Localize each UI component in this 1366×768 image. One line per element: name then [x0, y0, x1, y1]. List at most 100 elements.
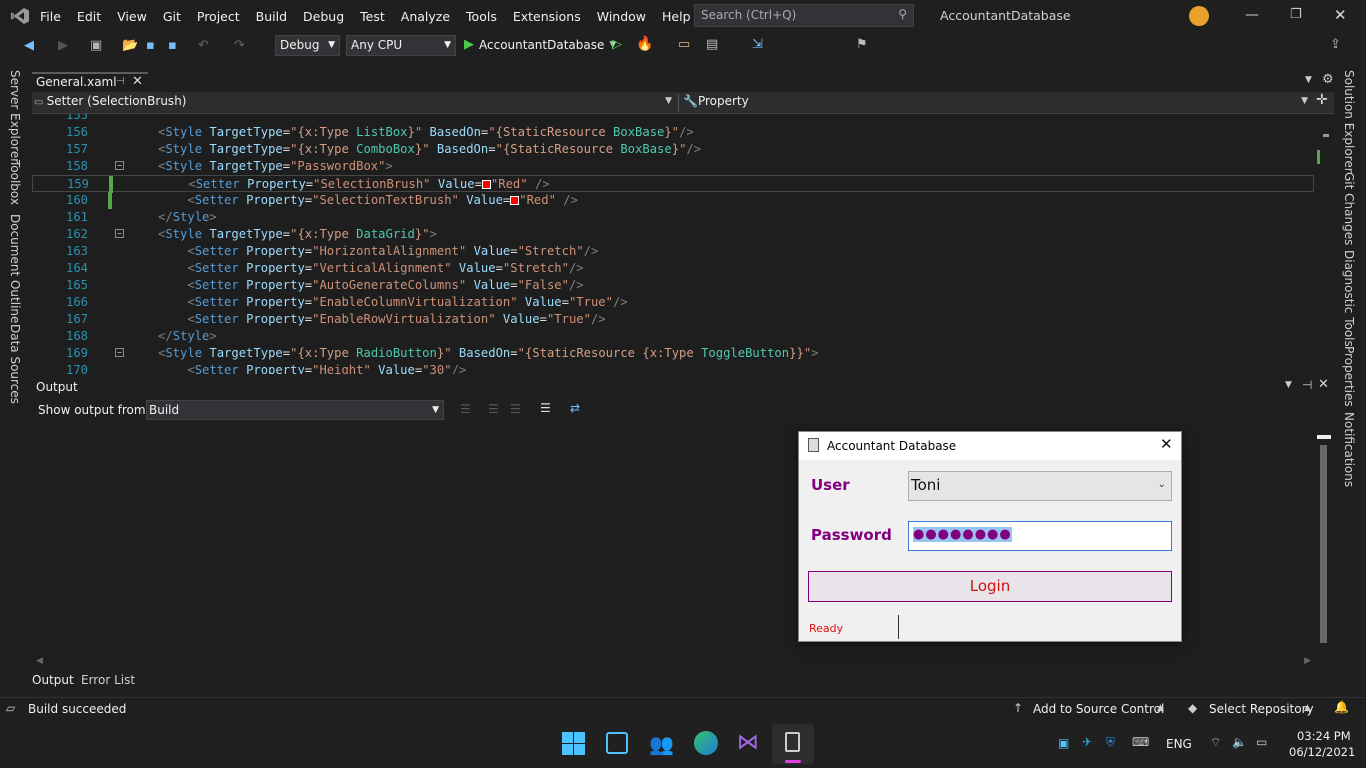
tab-general-xaml[interactable]: General.xaml ⊣ ✕	[32, 72, 148, 92]
properties-tab[interactable]: Properties	[1342, 346, 1356, 407]
code-line[interactable]: 167 <Setter Property="EnableRowVirtualiz…	[32, 311, 606, 328]
code-line[interactable]: 157 <Style TargetType="{x:Type ComboBox}"…	[32, 141, 701, 158]
settings-gear-icon[interactable]: ⚙	[1322, 72, 1334, 87]
language-indicator[interactable]: ENG	[1166, 737, 1192, 751]
next-message-icon[interactable]: ☰	[510, 402, 521, 416]
save-all-icon[interactable]: ▪	[168, 37, 177, 55]
scroll-left-icon[interactable]: ◀	[36, 656, 43, 666]
undo-icon[interactable]: ↶	[198, 37, 209, 55]
clear-all-icon[interactable]: ☰	[540, 401, 551, 415]
step-icon[interactable]: ⇲	[752, 37, 763, 52]
add-to-source-control-button[interactable]: Add to Source Control	[1033, 702, 1164, 716]
editor-scrollbar[interactable]	[1315, 114, 1333, 374]
tab-output[interactable]: Output	[32, 673, 74, 687]
forward-icon[interactable]: ▶	[58, 37, 68, 55]
diagnostic-tools-tab[interactable]: Diagnostic Tools	[1342, 250, 1356, 347]
split-window-icon[interactable]: ✛	[1316, 92, 1328, 108]
code-line[interactable]: 168 </Style>	[32, 328, 217, 345]
code-line[interactable]: 170 <Setter Property="Height" Value="30"…	[32, 362, 466, 374]
element-dropdown[interactable]: ▭ Setter (SelectionBrush) ▼	[34, 94, 672, 112]
start-button[interactable]: ▶ AccountantDatabase ▼	[464, 37, 616, 52]
scroll-thumb[interactable]	[1320, 445, 1327, 643]
menu-item-file[interactable]: File	[32, 9, 69, 24]
code-line[interactable]: 164 <Setter Property="VerticalAlignment"…	[32, 260, 584, 277]
menu-item-build[interactable]: Build	[248, 9, 295, 24]
restore-button[interactable]: ❐	[1290, 7, 1302, 22]
code-line[interactable]: 162 <Style TargetType="{x:Type DataGrid}"…	[32, 226, 437, 243]
member-dropdown[interactable]: 🔧Property ▼	[678, 94, 1308, 112]
folder-view-icon[interactable]: ▭	[678, 37, 690, 52]
document-outline-tab[interactable]: Document Outline	[8, 214, 22, 323]
collapse-icon[interactable]: −	[115, 229, 124, 238]
visual-studio-icon[interactable]: ⋈	[737, 730, 759, 755]
menu-item-debug[interactable]: Debug	[295, 9, 352, 24]
widgets-icon[interactable]	[606, 732, 628, 754]
dialog-close-icon[interactable]: ✕	[1160, 435, 1173, 453]
menu-item-test[interactable]: Test	[352, 9, 393, 24]
avatar[interactable]	[1189, 6, 1209, 26]
output-hscrollbar[interactable]: ◀ ▶	[36, 656, 1311, 668]
defender-icon[interactable]: ⛨	[1106, 735, 1115, 750]
code-line[interactable]: 155	[32, 114, 88, 124]
teams-icon[interactable]: 👥	[649, 732, 674, 756]
word-wrap-icon[interactable]: ⇄	[570, 401, 580, 415]
menu-item-project[interactable]: Project	[189, 9, 248, 24]
collapse-icon[interactable]: −	[115, 348, 124, 357]
menu-item-analyze[interactable]: Analyze	[393, 9, 458, 24]
save-icon[interactable]: ▪	[146, 37, 155, 55]
menu-item-tools[interactable]: Tools	[458, 9, 505, 24]
previous-message-icon[interactable]: ☰	[488, 402, 499, 416]
code-line[interactable]: 163 <Setter Property="HorizontalAlignmen…	[32, 243, 598, 260]
menu-item-git[interactable]: Git	[155, 9, 189, 24]
git-changes-tab[interactable]: Git Changes	[1342, 172, 1356, 245]
menu-item-help[interactable]: Help	[654, 9, 699, 24]
telegram-icon[interactable]: ✈	[1082, 735, 1092, 749]
chevron-down-icon[interactable]: ▼	[1285, 380, 1292, 390]
code-line[interactable]: 158 <Style TargetType="PasswordBox"> −	[32, 158, 393, 175]
server-explorer-tab[interactable]: Server Explorer	[8, 70, 22, 163]
close-button[interactable]: ✕	[1334, 6, 1347, 24]
calculator-app-button[interactable]	[772, 724, 814, 764]
search-input[interactable]: Search (Ctrl+Q) ⚲	[694, 4, 914, 27]
user-combobox[interactable]: Toni ⌄	[908, 471, 1172, 501]
edge-icon[interactable]	[694, 731, 718, 755]
code-line[interactable]: 169 <Style TargetType="{x:Type RadioButto…	[32, 345, 819, 362]
code-line[interactable]: 160 <Setter Property="SelectionTextBrush…	[32, 192, 578, 209]
close-tab-icon[interactable]: ✕	[132, 74, 143, 89]
menu-item-view[interactable]: View	[109, 9, 155, 24]
redo-icon[interactable]: ↷	[234, 37, 245, 55]
find-message-icon[interactable]: ☰	[460, 402, 471, 416]
code-line[interactable]: 166 <Setter Property="EnableColumnVirtua…	[32, 294, 628, 311]
layout-icon[interactable]: ▤	[706, 37, 718, 52]
configuration-select[interactable]: Debug ▼	[275, 35, 340, 56]
code-editor[interactable]: 155 156 <Style TargetType="{x:Type ListBox…	[32, 114, 1334, 374]
scroll-right-icon[interactable]: ▶	[1304, 656, 1311, 666]
menu-item-window[interactable]: Window	[589, 9, 654, 24]
tray-app-icon[interactable]: ▣	[1058, 736, 1069, 750]
login-button[interactable]: Login	[808, 571, 1172, 602]
collapse-icon[interactable]: −	[115, 161, 124, 170]
notifications-tab[interactable]: Notifications	[1342, 412, 1356, 487]
hot-reload-icon[interactable]: 🔥	[636, 36, 653, 52]
start-without-debugging-icon[interactable]: ▷	[612, 37, 622, 52]
minimize-button[interactable]: —	[1245, 7, 1259, 23]
clock-time[interactable]: 03:24 PM	[1297, 729, 1351, 743]
code-line[interactable]: 156 <Style TargetType="{x:Type ListBox}" …	[32, 124, 694, 141]
keyboard-icon[interactable]: ⌨	[1132, 735, 1149, 749]
tab-error-list[interactable]: Error List	[81, 673, 135, 687]
pin-icon[interactable]: ⊣	[116, 76, 125, 87]
platform-select[interactable]: Any CPU ▼	[346, 35, 456, 56]
output-scrollbar[interactable]	[1315, 425, 1333, 655]
select-repository-button[interactable]: Select Repository	[1209, 702, 1314, 716]
bookmark-icon[interactable]: ⚑	[856, 37, 868, 52]
code-line[interactable]: 159 <Setter Property="SelectionBrush" Va…	[32, 175, 1314, 193]
tab-overflow-icon[interactable]: ▼	[1305, 75, 1312, 85]
code-line[interactable]: 161 </Style>	[32, 209, 217, 226]
bell-icon[interactable]: 🔔	[1334, 700, 1349, 714]
volume-icon[interactable]: 🔈	[1232, 735, 1247, 749]
data-sources-tab[interactable]: Data Sources	[8, 324, 22, 404]
password-field[interactable]: ●●●●●●●●	[908, 521, 1172, 551]
live-share-icon[interactable]: ⇪	[1330, 37, 1341, 52]
output-source-select[interactable]: Build ▼	[146, 400, 444, 420]
menu-item-edit[interactable]: Edit	[69, 9, 109, 24]
